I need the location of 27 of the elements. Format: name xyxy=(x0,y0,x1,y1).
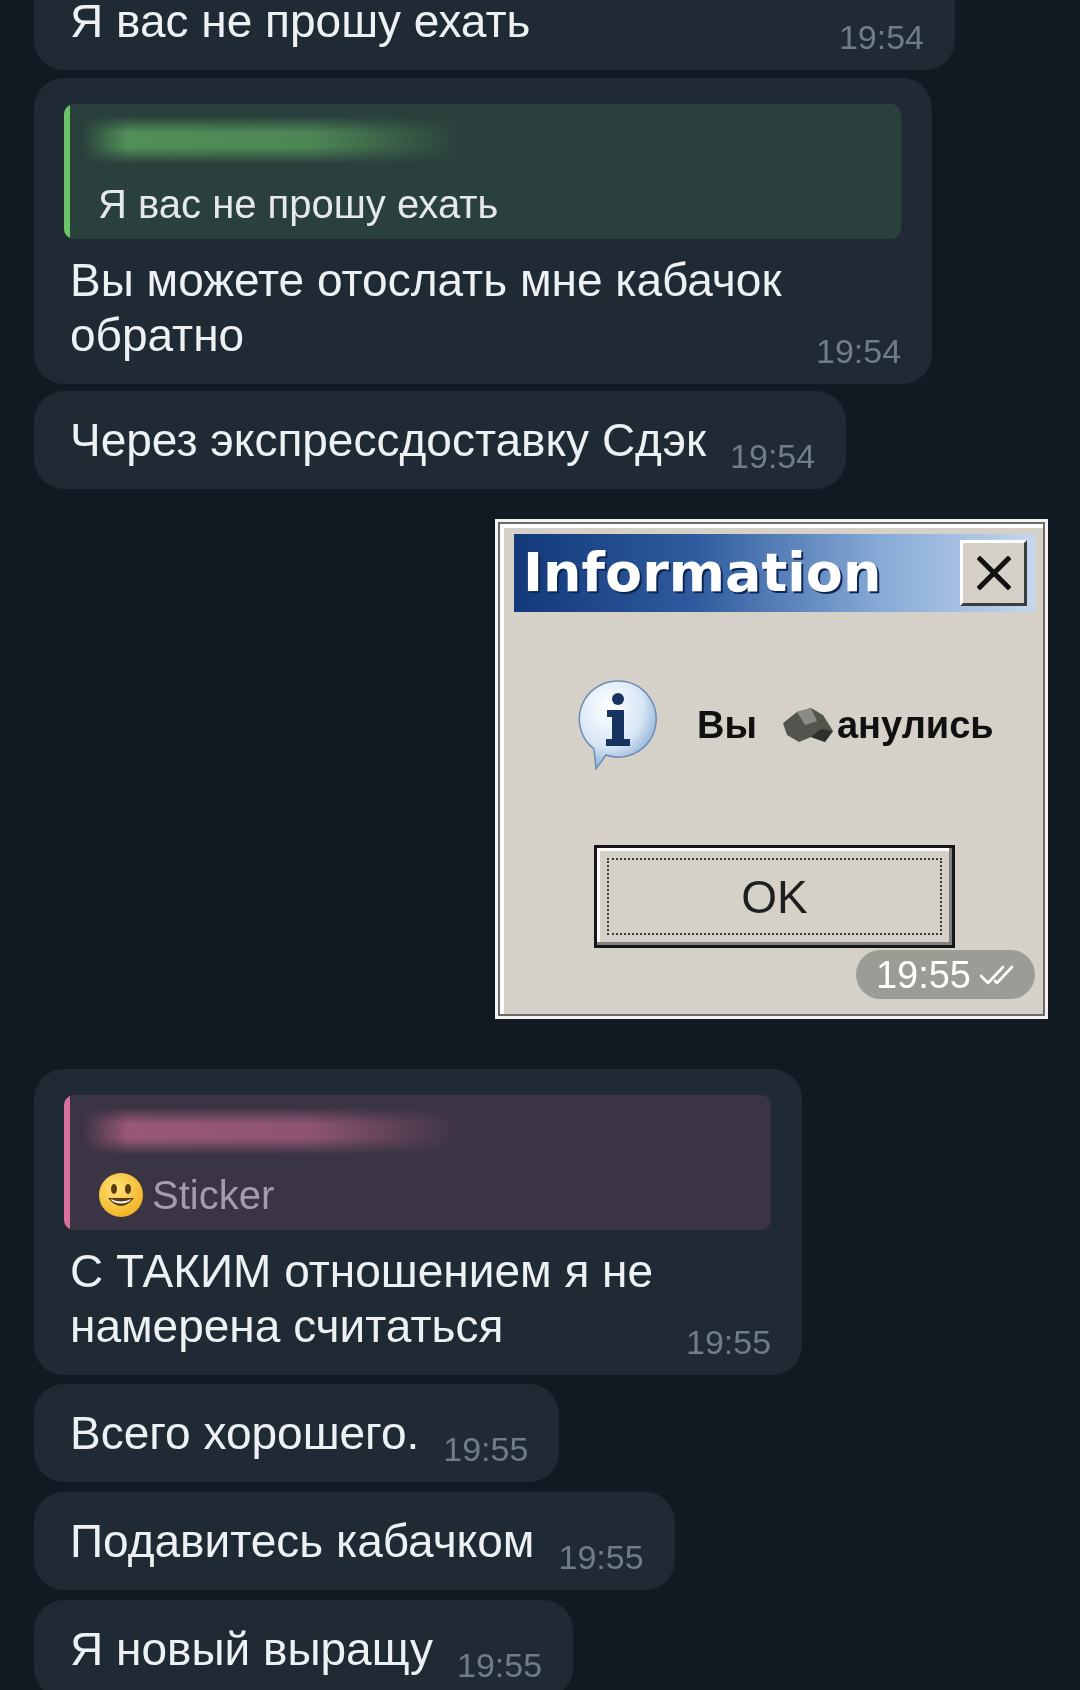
message-text: Я новый выращу xyxy=(70,1622,433,1677)
blot-icon xyxy=(780,706,834,743)
reply-quote[interactable]: Sticker xyxy=(64,1095,772,1230)
message-time: 19:54 xyxy=(730,439,816,473)
dialog-message: Вы xyxy=(697,705,757,744)
message-time: 19:55 xyxy=(686,1325,772,1359)
message-text: С ТАКИМ отношением я не намерена считаться xyxy=(70,1244,655,1354)
message-text: Вы можете отослать мне кабачок обратно xyxy=(70,253,783,363)
message-time: 19:55 xyxy=(558,1540,644,1574)
smiley-icon xyxy=(98,1172,144,1218)
message-text: Через экспрессдоставку Сдэк xyxy=(70,413,707,468)
reply-text: Sticker xyxy=(152,1172,275,1219)
message-text: Я вас не прошу ехать xyxy=(70,0,531,49)
message-time: 19:55 xyxy=(457,1648,543,1682)
message-time: 19:55 xyxy=(443,1432,529,1466)
message-text: Подавитесь кабачком xyxy=(70,1514,535,1569)
close-icon xyxy=(976,556,1011,590)
message-text: Всего хорошего. xyxy=(70,1406,420,1461)
reply-quote[interactable]: Я вас не прошу ехать xyxy=(64,104,902,239)
message-time: 19:55 xyxy=(875,955,971,994)
dialog-title: Information xyxy=(523,546,882,600)
dialog-message: анулись xyxy=(836,705,994,744)
close-button[interactable] xyxy=(960,540,1027,606)
reply-text: Я вас не прошу ехать xyxy=(98,181,499,228)
ok-button[interactable]: OK xyxy=(594,845,955,948)
message-time: 19:54 xyxy=(838,20,924,54)
message-time: 19:54 xyxy=(816,334,902,368)
